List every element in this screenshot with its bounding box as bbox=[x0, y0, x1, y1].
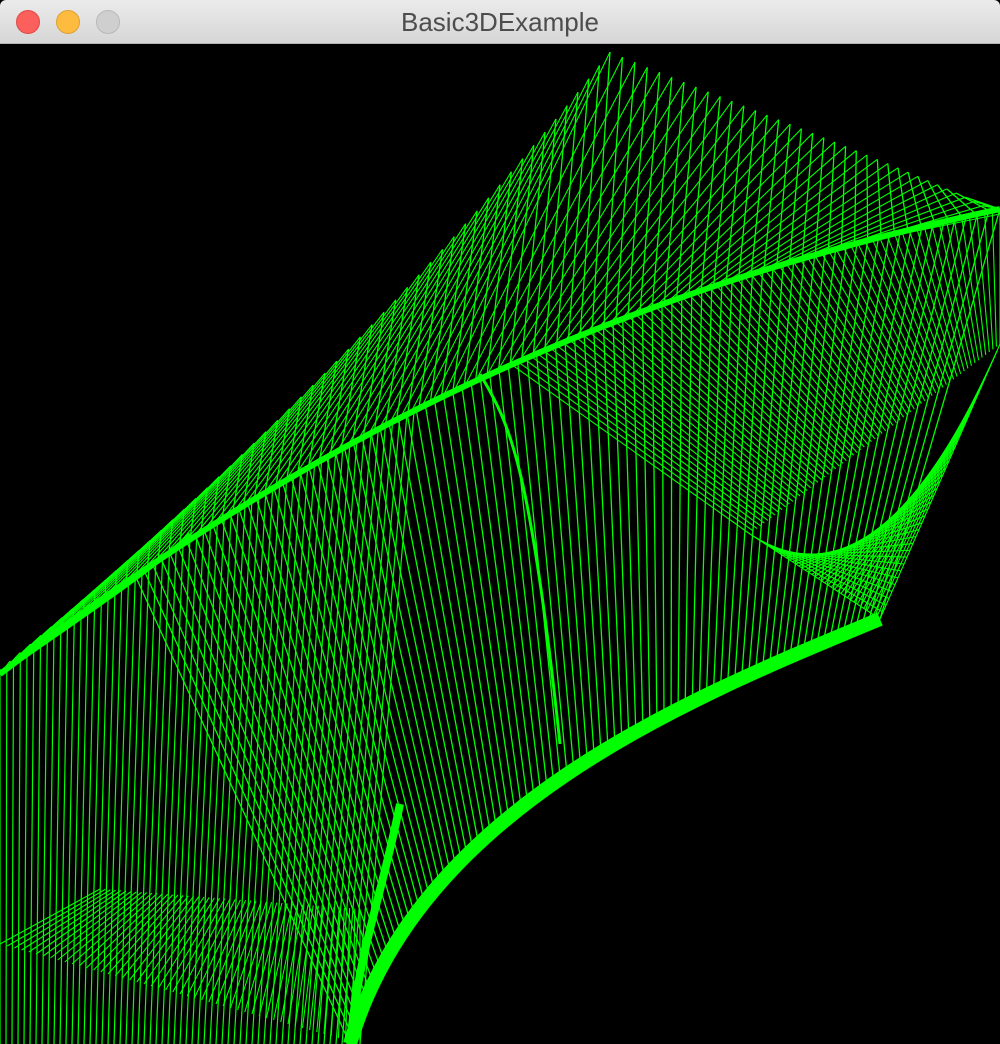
title-bar[interactable]: Basic3DExample bbox=[0, 0, 1000, 44]
wireframe-render bbox=[0, 44, 1000, 1044]
window-title: Basic3DExample bbox=[401, 7, 599, 37]
app-window: Basic3DExample bbox=[0, 0, 1000, 1044]
wireframe-line bbox=[5, 668, 8, 1044]
render-canvas[interactable] bbox=[0, 44, 1000, 1044]
